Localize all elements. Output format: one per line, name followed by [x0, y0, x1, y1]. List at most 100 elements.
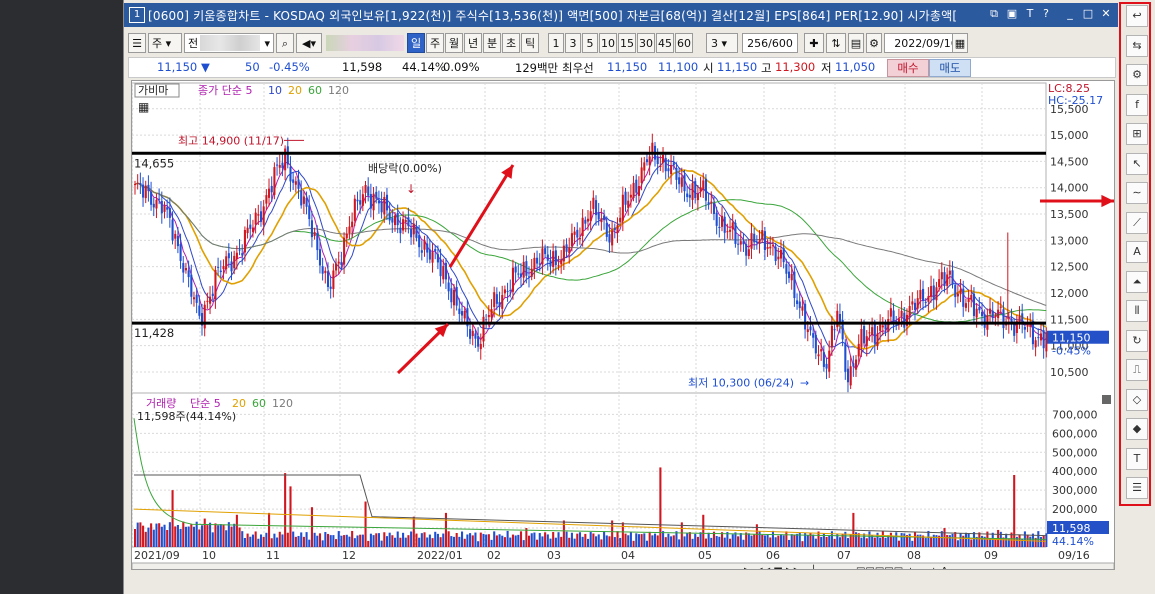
volume-bar — [651, 535, 654, 547]
minute-45[interactable]: 45 — [656, 33, 674, 53]
lock-icon[interactable]: ▣ — [1004, 6, 1020, 22]
cursor-icon[interactable]: ↖ — [1126, 152, 1148, 175]
channel-icon[interactable]: ☰ — [1126, 477, 1148, 499]
link-icon[interactable]: ⧉ — [986, 6, 1002, 22]
period-2[interactable]: 월 — [445, 33, 463, 53]
overlay: 14,655 11,428 최고 14,900 (11/17) 배당락(0.00%) ↓… — [132, 82, 1114, 548]
chart-type-icon[interactable]: ⇅ — [826, 33, 846, 53]
volume-bar — [276, 537, 279, 547]
volume-bar — [538, 533, 541, 547]
candle-body — [211, 293, 214, 297]
minimize-icon[interactable]: _ — [1062, 6, 1078, 22]
trendline-icon[interactable]: ∼ — [1126, 182, 1148, 204]
compare-chart-icon[interactable]: ⊞ — [1126, 123, 1148, 145]
volume-bar — [782, 535, 785, 547]
volume-bar — [592, 533, 595, 547]
line-icon[interactable]: ⟋ — [1126, 211, 1148, 234]
auto-trend-icon[interactable]: A — [1126, 241, 1148, 263]
candle-body — [434, 248, 437, 252]
candle-body — [562, 245, 565, 262]
sell-button[interactable]: 매도 — [929, 59, 971, 77]
volume-bar — [627, 535, 630, 547]
candle-body — [364, 185, 367, 193]
formula-icon[interactable]: f — [1126, 93, 1148, 116]
eraser-icon[interactable]: ◇ — [1126, 388, 1148, 411]
eraser-all-icon[interactable]: ◆ — [1126, 418, 1148, 440]
volume-bar — [190, 524, 193, 547]
split-icon[interactable]: ⇆ — [1126, 34, 1148, 57]
candle-body — [469, 329, 472, 339]
candle-body — [978, 307, 981, 311]
volume-bar — [509, 537, 512, 547]
volume-bar — [959, 533, 962, 547]
candle-body — [645, 159, 649, 163]
candle-body — [627, 200, 630, 208]
candle-icon[interactable]: ⫴ — [1126, 300, 1148, 322]
candle-body — [616, 225, 619, 234]
add-chart-icon[interactable]: ✚ — [804, 33, 824, 53]
search-icon[interactable]: ⌕ — [276, 33, 294, 53]
volume-bar — [184, 526, 188, 547]
undo-icon[interactable]: ↩ — [1126, 5, 1148, 27]
x-tick-label: 05 — [698, 549, 712, 562]
interval-value: 3 — [711, 37, 718, 50]
interval-select[interactable]: 3 ▾ — [706, 33, 738, 53]
period-4[interactable]: 분 — [483, 33, 501, 53]
save-icon[interactable]: ▤ — [848, 33, 864, 53]
candle-body — [412, 223, 415, 235]
period-0[interactable]: 일 — [407, 33, 425, 53]
candle-body — [804, 303, 807, 330]
candle-body — [940, 272, 943, 280]
text-icon[interactable]: T — [1022, 6, 1038, 22]
settings-icon[interactable]: ⚙ — [866, 33, 882, 53]
minute-10[interactable]: 10 — [599, 33, 617, 53]
candle-body — [991, 310, 994, 319]
period-6[interactable]: 틱 — [521, 33, 539, 53]
minute-5[interactable]: 5 — [582, 33, 598, 53]
menu-icon[interactable]: ☰ — [128, 33, 146, 53]
text-tool-icon[interactable]: T — [1126, 447, 1148, 470]
buy-button[interactable]: 매수 — [887, 59, 929, 77]
stock-chart[interactable]: 15,50015,00014,50014,00013,50013,00012,5… — [131, 81, 1115, 578]
minute-30[interactable]: 30 — [637, 33, 655, 53]
volume-bar — [911, 540, 914, 547]
volume-bar — [688, 532, 691, 547]
volume-bar — [536, 539, 539, 547]
period-5[interactable]: 초 — [502, 33, 520, 53]
calendar-icon[interactable]: ▦ — [952, 33, 968, 53]
maximize-icon[interactable]: □ — [1080, 6, 1096, 22]
candle-body — [873, 324, 876, 344]
speaker-icon[interactable]: ◀▾ — [296, 33, 322, 53]
wave-icon[interactable]: ⏶ — [1126, 270, 1148, 293]
volume-bar — [289, 486, 292, 547]
type-select[interactable]: 주 ▾ — [148, 33, 182, 53]
volume-bar — [541, 536, 544, 547]
candle-body — [308, 205, 311, 220]
volume-bar — [1013, 475, 1016, 547]
gear-icon[interactable]: ⚙ — [1126, 64, 1148, 86]
candle-body — [402, 219, 405, 231]
period-1[interactable]: 주 — [426, 33, 444, 53]
candle-body — [270, 185, 273, 193]
count-input[interactable]: 256/600 — [742, 33, 798, 53]
minute-15[interactable]: 15 — [618, 33, 636, 53]
chart-area[interactable]: 15,500 15,000 14,500 14,000 13,500 13,000 12,5… — [131, 80, 1115, 578]
volume-bar — [412, 516, 415, 547]
minute-3[interactable]: 3 — [565, 33, 581, 53]
candle-body — [779, 249, 783, 259]
volume-bar — [166, 530, 169, 547]
arrow-icon[interactable]: ↻ — [1126, 329, 1148, 352]
help-icon[interactable]: ? — [1038, 6, 1054, 22]
candle-body — [557, 265, 560, 267]
candle-body — [254, 212, 257, 225]
close-icon[interactable]: ✕ — [1098, 6, 1114, 22]
candle-body — [158, 198, 161, 200]
step-icon[interactable]: ⎍ — [1126, 359, 1148, 381]
candle-body — [343, 237, 346, 265]
volume-bar — [420, 533, 423, 547]
candle-body — [809, 326, 812, 331]
volume-bar — [361, 534, 364, 547]
period-3[interactable]: 년 — [464, 33, 482, 53]
minute-1[interactable]: 1 — [548, 33, 564, 53]
minute-60[interactable]: 60 — [675, 33, 693, 53]
